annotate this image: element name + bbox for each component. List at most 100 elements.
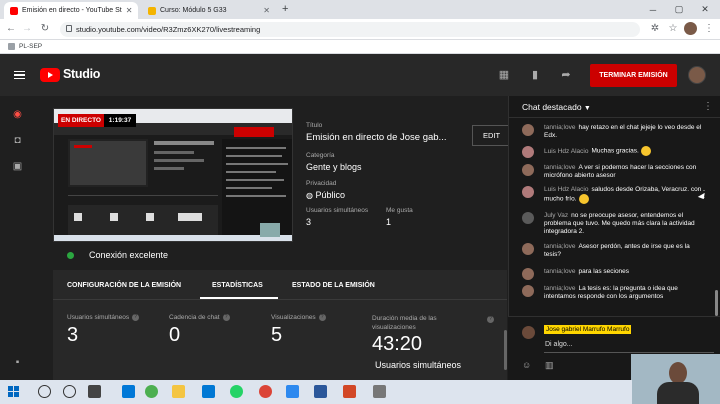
chat-author[interactable]: tannia;love — [544, 243, 575, 250]
webcam-body — [657, 382, 699, 404]
apps-icon[interactable] — [8, 43, 15, 50]
chat-author[interactable]: tannia;love — [544, 124, 575, 131]
bookmark-flag-icon[interactable]: ▮ — [528, 69, 542, 81]
chat-scrollbar[interactable] — [715, 290, 718, 316]
close-tab-icon[interactable]: ✕ — [122, 6, 133, 15]
chrome-active-icon[interactable] — [259, 385, 272, 398]
active-tab-indicator — [200, 297, 278, 299]
stat-label-text: Usuarios simultáneos — [67, 314, 130, 322]
clapperboard-icon[interactable]: ▦ — [497, 69, 511, 81]
stat-value: 0 — [169, 324, 181, 346]
windows-start-icon[interactable] — [8, 386, 20, 398]
forward-icon[interactable]: → — [20, 23, 34, 34]
feedback-icon[interactable]: ▪ — [11, 356, 24, 369]
privacy-text: Público — [315, 190, 346, 200]
help-icon[interactable]: ? — [318, 314, 326, 321]
chat-message[interactable]: tannia;love hay retazo en el chat jejeje … — [522, 124, 708, 140]
chat-author[interactable]: July Vaz — [544, 212, 568, 219]
chevron-down-icon: ▼ — [583, 105, 591, 112]
other-app-icon[interactable] — [373, 385, 386, 398]
close-tab-icon[interactable]: ✕ — [259, 6, 270, 15]
likes-label: Me gusta — [386, 207, 413, 214]
chat-message-body: tannia;love Asesor perdón, antes de irse … — [544, 243, 708, 259]
bookmark-pl-sep[interactable]: PL-SEP — [19, 43, 42, 50]
tab-stream-health[interactable]: ESTADO DE LA EMISIÓN — [292, 282, 375, 289]
powerpoint-icon[interactable] — [343, 385, 356, 398]
youtube-logo-icon[interactable] — [40, 68, 60, 82]
browser-tab-course[interactable]: Curso: Módulo 5 G33 ✕ — [142, 2, 276, 19]
calendar-icon[interactable]: ▣ — [11, 160, 24, 173]
category-label: Categoría — [306, 152, 335, 159]
end-stream-button[interactable]: TERMINAR EMISIÓN — [590, 64, 677, 87]
chat-input[interactable]: Di algo... — [545, 341, 573, 348]
chat-avatar — [522, 164, 534, 176]
chat-message[interactable]: tannia;love La tesis es: la pregunta o id… — [522, 285, 708, 301]
privacy-label: Privacidad — [306, 180, 337, 187]
chat-message[interactable]: tannia;love para las seciones — [522, 268, 708, 280]
app-icon[interactable] — [286, 385, 299, 398]
chat-author[interactable]: Luis Hdz Alacio — [544, 148, 588, 155]
chat-author[interactable]: Luis Hdz Alacio — [544, 186, 588, 193]
maximize-icon[interactable]: ▢ — [666, 4, 692, 15]
tab-statistics[interactable]: ESTADÍSTICAS — [212, 282, 263, 289]
profile-avatar[interactable] — [684, 22, 697, 35]
title-label: Título — [306, 122, 323, 129]
word-icon[interactable] — [314, 385, 327, 398]
minimize-icon[interactable]: ─ — [640, 5, 666, 15]
search-icon[interactable] — [38, 385, 51, 398]
chat-author[interactable]: tannia;love — [544, 164, 575, 171]
chat-mode-dropdown[interactable]: Chat destacado ▼ — [522, 102, 591, 112]
main-scrollbar[interactable] — [504, 330, 507, 370]
reload-icon[interactable]: ↻ — [38, 23, 52, 34]
chat-more-icon[interactable]: ⋮ — [703, 101, 713, 112]
chat-message[interactable]: tannia;love A ver si podemos hacer la sec… — [522, 164, 708, 180]
hamburger-menu-icon[interactable] — [14, 71, 25, 79]
chat-avatar — [522, 212, 534, 224]
chat-author[interactable]: tannia;love — [544, 268, 575, 275]
emoji-icon[interactable]: ☺ — [522, 360, 531, 370]
monetization-icon[interactable]: ▥ — [545, 360, 554, 371]
help-icon[interactable]: ? — [132, 314, 140, 321]
live-stream-icon[interactable]: ◉ — [11, 108, 24, 121]
chrome-icon[interactable] — [145, 385, 158, 398]
stat-label-text: Cadencia de chat — [169, 314, 220, 322]
extensions-icon[interactable]: ✲ — [648, 23, 662, 34]
chat-author[interactable]: tannia;love — [544, 285, 575, 292]
chat-message[interactable]: tannia;love Asesor perdón, antes de irse … — [522, 243, 708, 259]
smiley-emoji-icon — [640, 146, 651, 156]
chat-message[interactable]: Luis Hdz Alacio saludos desde Orizaba, Ve… — [522, 186, 708, 204]
stat-label-text: Visualizaciones — [271, 314, 316, 322]
camera-icon[interactable]: ◘ — [11, 134, 24, 147]
outlook-icon[interactable] — [202, 385, 215, 398]
close-window-icon[interactable]: ✕ — [692, 4, 718, 15]
edit-button[interactable]: EDIT — [472, 125, 508, 146]
channel-avatar[interactable] — [688, 66, 706, 84]
privacy-value: ◍ Público — [306, 190, 345, 200]
browser-tab-youtube[interactable]: Emisión en directo - YouTube St ✕ — [4, 2, 138, 19]
whatsapp-icon[interactable] — [230, 385, 243, 398]
my-username-badge: Jose gabriel Marrufo Marrufo — [544, 325, 632, 334]
cortana-icon[interactable] — [63, 385, 76, 398]
chat-text: Muchas gracias. — [591, 147, 639, 155]
chat-message-body: Luis Hdz Alacio Muchas gracias. — [544, 146, 708, 156]
stat-value: 5 — [271, 324, 283, 346]
chart-section-title: Usuarios simultáneos — [375, 360, 462, 370]
tab-stream-settings[interactable]: CONFIGURACIÓN DE LA EMISIÓN — [67, 282, 181, 289]
new-tab-button[interactable]: + — [282, 3, 288, 15]
help-icon[interactable]: ? — [222, 314, 230, 321]
stat-label: Duración media de las visualizaciones — [372, 314, 482, 332]
chat-message[interactable]: Luis Hdz Alacio Muchas gracias. — [522, 146, 708, 158]
url-field[interactable]: studio.youtube.com/video/R3Zmz6XK270/liv… — [60, 22, 640, 37]
edge-icon[interactable] — [122, 385, 135, 398]
share-icon[interactable]: ➦ — [559, 69, 573, 81]
help-icon[interactable]: ? — [487, 316, 494, 323]
back-icon[interactable]: ← — [4, 23, 18, 34]
tab-title: Emisión en directo - YouTube St — [22, 7, 122, 14]
browser-menu-icon[interactable]: ⋮ — [702, 23, 716, 34]
stream-preview[interactable] — [53, 108, 293, 242]
chat-message[interactable]: July Vaz no se preocupe asesor, entendemo… — [522, 212, 708, 236]
webcam-face — [669, 362, 687, 384]
task-view-icon[interactable] — [88, 385, 101, 398]
bookmark-star-icon[interactable]: ☆ — [666, 23, 680, 34]
file-explorer-icon[interactable] — [172, 385, 185, 398]
